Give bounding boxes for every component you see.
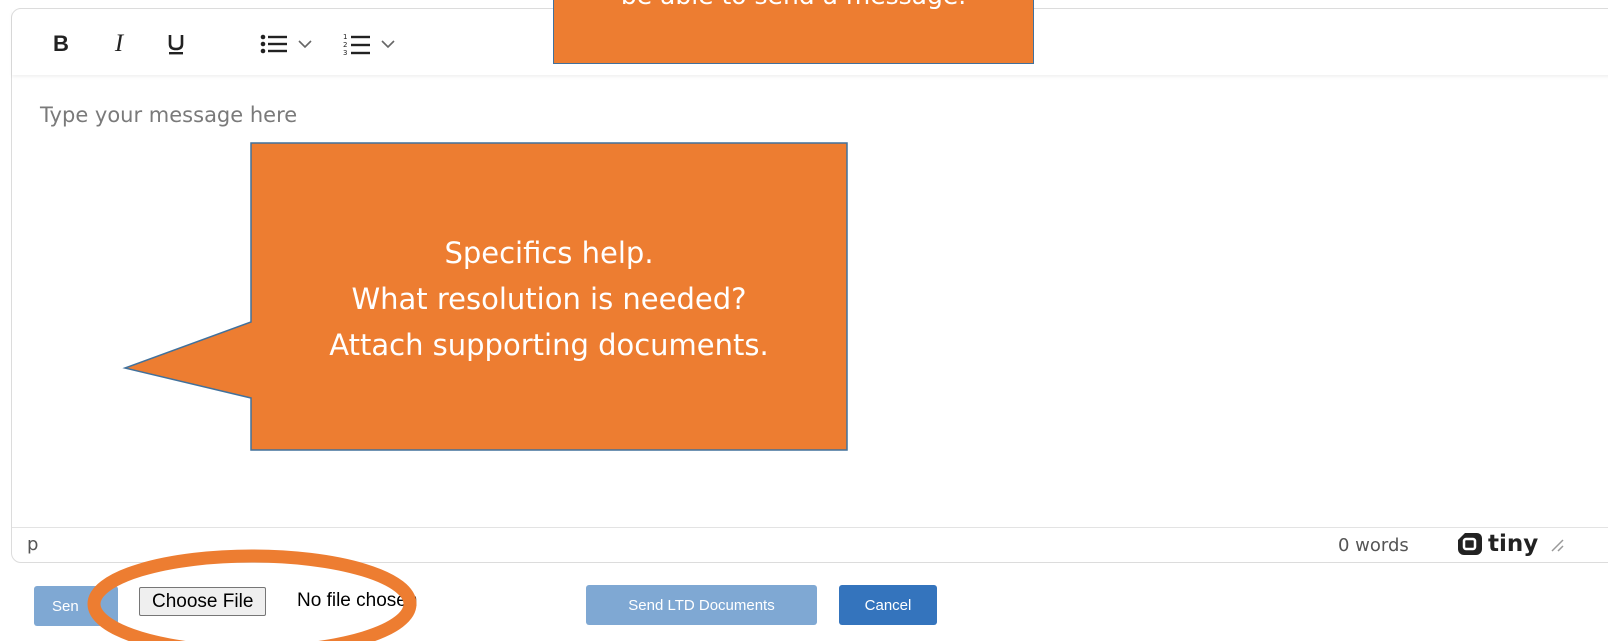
highlight-ellipse xyxy=(87,549,417,641)
